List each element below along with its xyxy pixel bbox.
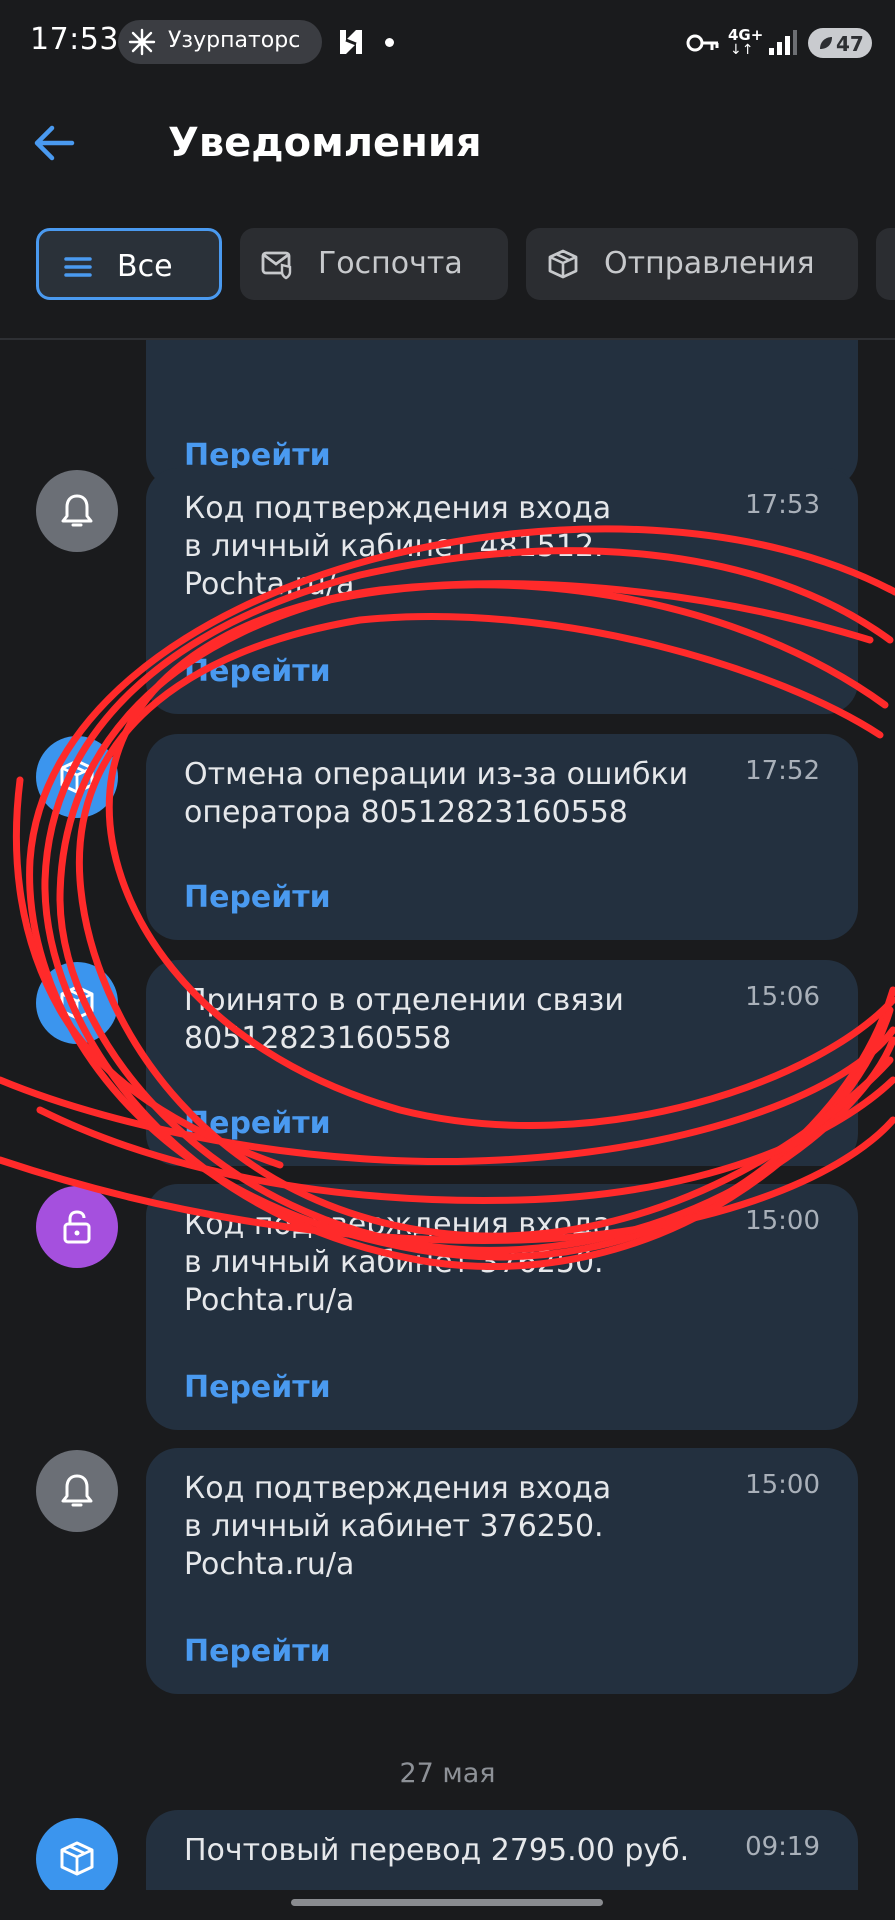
parcel-icon — [548, 249, 578, 279]
date-separator: 27 мая — [399, 1758, 496, 1789]
battery-level: 47 — [836, 32, 864, 56]
filter-tabs: Все Госпочта Отправления — [0, 226, 895, 306]
vpn-key-icon — [686, 34, 719, 52]
go-link[interactable]: Перейти — [184, 880, 331, 915]
status-bar: 17:53 Узурпаторс 4G+ ↓↑ 47 — [0, 0, 895, 86]
notification-time: 09:19 — [745, 1832, 820, 1862]
home-indicator[interactable] — [291, 1899, 603, 1906]
bell-icon — [61, 494, 93, 527]
signal-icon — [769, 30, 797, 55]
notification-time: 17:53 — [745, 490, 820, 520]
go-link[interactable]: Перейти — [184, 1634, 331, 1669]
notification-text: Почтовый перевод 2795.00 руб. — [184, 1833, 690, 1868]
tab-shipments[interactable]: Отправления — [526, 228, 858, 300]
notification-time: 17:52 — [745, 756, 820, 786]
parcel-icon — [60, 759, 94, 794]
notification-avatar — [36, 1186, 118, 1268]
page-title: Уведомления — [168, 120, 482, 166]
tab-shipments-label: Отправления — [604, 246, 815, 281]
parcel-icon — [60, 1841, 94, 1876]
notification-avatar — [36, 962, 118, 1044]
go-link[interactable]: Перейти — [184, 1106, 331, 1141]
notification-text: Код подтверждения входа в личный кабинет… — [184, 491, 612, 602]
notification-card: Почтовый перевод 2795.00 руб. 09:19 — [146, 1810, 858, 1890]
menu-lines-icon — [64, 257, 92, 277]
tab-gospochta[interactable]: Госпочта — [240, 228, 508, 300]
notification-pill-text: Узурпаторс — [168, 28, 301, 53]
data-arrows-icon: ↓↑ — [730, 42, 754, 58]
network-indicator: 4G+ ↓↑ — [728, 26, 764, 60]
back-arrow-icon[interactable] — [30, 118, 80, 168]
notification-card: Код подтверждения входа в личный кабинет… — [146, 468, 858, 714]
notification-text: Код подтверждения входа в личный кабинет… — [184, 1471, 612, 1582]
more-notifications-dot — [385, 38, 394, 47]
notification-avatar — [36, 1818, 118, 1890]
status-time: 17:53 — [30, 22, 119, 57]
notification-text: Код подтверждения входа в личный кабинет… — [184, 1207, 612, 1318]
notification-text: Принято в отделении связи 80512823160558 — [184, 983, 624, 1056]
notification-card: Отмена операции из-за ошибки оператора 8… — [146, 734, 858, 940]
notification-pill[interactable]: Узурпаторс — [118, 20, 322, 64]
mail-shield-icon — [261, 251, 292, 280]
sparkle-icon — [128, 28, 156, 56]
tab-more-partial[interactable] — [876, 228, 895, 300]
notification-time: 15:00 — [745, 1470, 820, 1500]
notification-time: 15:00 — [745, 1206, 820, 1236]
battery-saver-leaf-icon — [820, 37, 832, 49]
notification-card: Код подтверждения входа в личный кабинет… — [146, 1184, 858, 1430]
notification-text: Отмена операции из-за ошибки оператора 8… — [184, 757, 689, 830]
notification-avatar — [36, 1450, 118, 1532]
tab-gospochta-label: Госпочта — [318, 246, 463, 281]
notification-list[interactable]: Перейти Код подтверждения входа в личный… — [0, 340, 895, 1890]
lock-icon — [63, 1210, 91, 1244]
bell-icon — [61, 1474, 93, 1507]
notification-avatar — [36, 470, 118, 552]
notification-card: Принято в отделении связи 80512823160558… — [146, 960, 858, 1166]
tab-all-label: Все — [117, 249, 173, 284]
tab-all[interactable]: Все — [36, 228, 222, 300]
parcel-icon — [60, 985, 94, 1020]
battery-indicator: 47 — [808, 28, 872, 58]
notification-card: Перейти — [146, 340, 858, 488]
go-link[interactable]: Перейти — [184, 1370, 331, 1405]
notification-time: 15:06 — [745, 982, 820, 1012]
app-notification-icon — [340, 30, 362, 54]
notification-avatar — [36, 736, 118, 818]
go-link[interactable]: Перейти — [184, 654, 331, 689]
notification-card: Код подтверждения входа в личный кабинет… — [146, 1448, 858, 1694]
